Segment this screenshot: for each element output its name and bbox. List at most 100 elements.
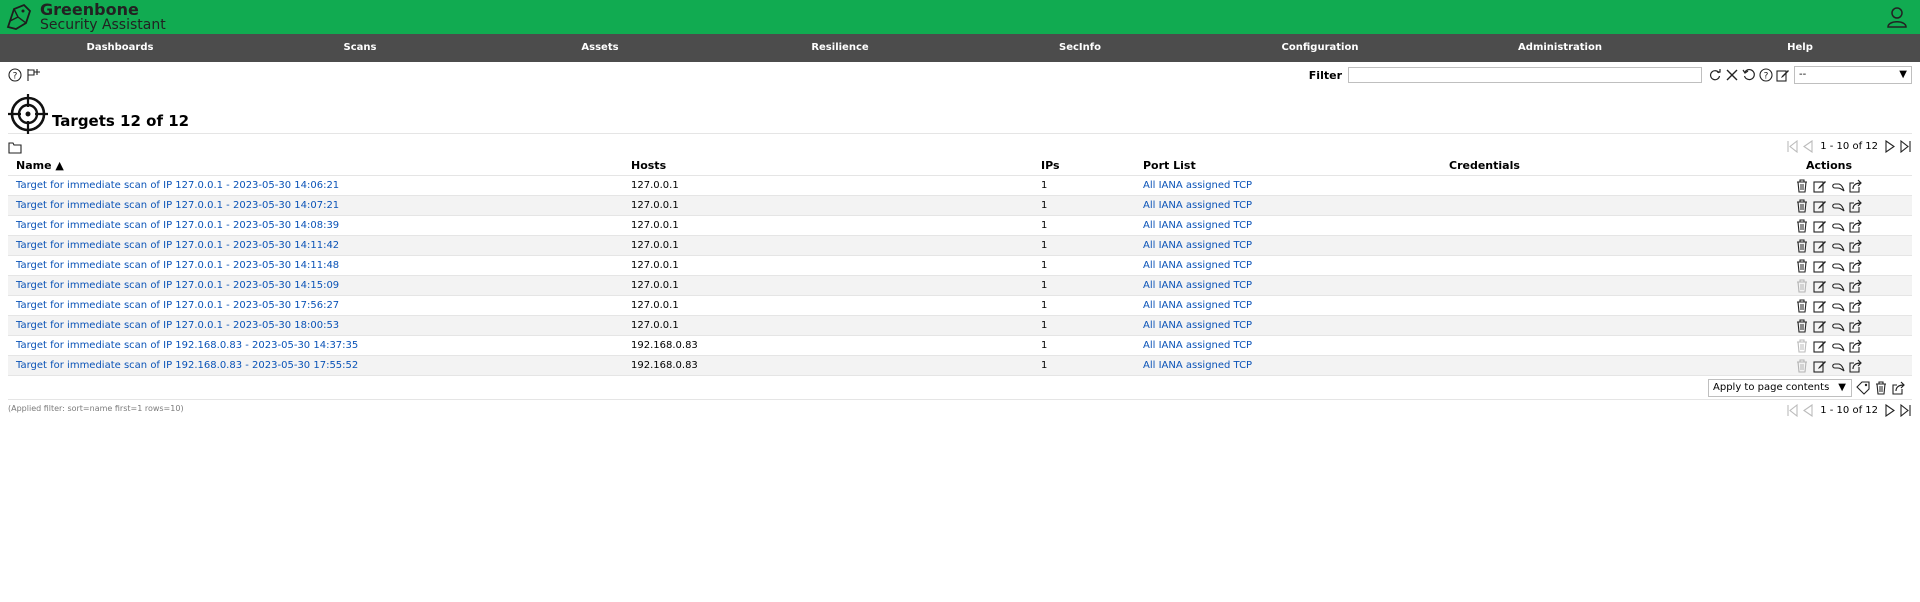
export-icon[interactable] <box>1849 299 1863 313</box>
nav-administration[interactable]: Administration <box>1440 34 1680 62</box>
target-name-link[interactable]: Target for immediate scan of IP 127.0.0.… <box>16 320 339 331</box>
user-icon[interactable] <box>1886 6 1908 28</box>
export-icon[interactable] <box>1849 179 1863 193</box>
delete-icon[interactable] <box>1795 358 1809 373</box>
greenbone-logo[interactable]: Greenbone Security Assistant <box>4 1 166 33</box>
edit-icon[interactable] <box>1813 319 1827 333</box>
edit-icon[interactable] <box>1813 239 1827 253</box>
clone-icon[interactable] <box>1831 219 1845 233</box>
port-list-link[interactable]: All IANA assigned TCP <box>1143 260 1252 271</box>
export-icon[interactable] <box>1849 199 1863 213</box>
port-list-link[interactable]: All IANA assigned TCP <box>1143 320 1252 331</box>
port-list-link[interactable]: All IANA assigned TCP <box>1143 200 1252 211</box>
target-name-link[interactable]: Target for immediate scan of IP 127.0.0.… <box>16 180 339 191</box>
clone-icon[interactable] <box>1831 359 1845 373</box>
column-header-port-list[interactable]: Port List <box>1135 156 1441 176</box>
clone-icon[interactable] <box>1831 239 1845 253</box>
port-list-link[interactable]: All IANA assigned TCP <box>1143 360 1252 371</box>
edit-icon[interactable] <box>1813 179 1827 193</box>
edit-filter-icon[interactable] <box>1776 68 1790 82</box>
column-header-hosts[interactable]: Hosts <box>623 156 1033 176</box>
port-list-link[interactable]: All IANA assigned TCP <box>1143 180 1252 191</box>
delete-icon[interactable] <box>1795 178 1809 193</box>
filter-help-icon[interactable]: ? <box>1759 68 1773 82</box>
target-name-link[interactable]: Target for immediate scan of IP 127.0.0.… <box>16 200 339 211</box>
export-icon[interactable] <box>1849 339 1863 353</box>
last-page-icon[interactable] <box>1899 140 1912 153</box>
clone-icon[interactable] <box>1831 199 1845 213</box>
previous-page-icon[interactable] <box>1801 140 1814 153</box>
filter-preset-select[interactable]: -- ▼ <box>1794 66 1912 84</box>
new-target-icon[interactable] <box>26 68 40 82</box>
folder-icon[interactable] <box>8 142 22 154</box>
port-list-link[interactable]: All IANA assigned TCP <box>1143 220 1252 231</box>
delete-icon[interactable] <box>1795 238 1809 253</box>
target-name-link[interactable]: Target for immediate scan of IP 192.168.… <box>16 340 358 351</box>
previous-page-icon[interactable] <box>1801 404 1814 417</box>
clone-icon[interactable] <box>1831 259 1845 273</box>
bulk-delete-icon[interactable] <box>1874 381 1888 395</box>
nav-configuration[interactable]: Configuration <box>1200 34 1440 62</box>
nav-secinfo[interactable]: SecInfo <box>960 34 1200 62</box>
port-list-link[interactable]: All IANA assigned TCP <box>1143 300 1252 311</box>
nav-dashboards[interactable]: Dashboards <box>0 34 240 62</box>
export-icon[interactable] <box>1849 259 1863 273</box>
help-icon[interactable]: ? <box>8 68 22 82</box>
cell-port-list: All IANA assigned TCP <box>1135 195 1441 216</box>
clone-icon[interactable] <box>1831 319 1845 333</box>
target-name-link[interactable]: Target for immediate scan of IP 127.0.0.… <box>16 260 339 271</box>
first-page-icon[interactable] <box>1786 404 1799 417</box>
delete-icon[interactable] <box>1795 298 1809 313</box>
reset-filter-icon[interactable] <box>1742 68 1756 82</box>
delete-icon[interactable] <box>1795 258 1809 273</box>
bulk-export-icon[interactable] <box>1892 381 1906 395</box>
edit-icon[interactable] <box>1813 299 1827 313</box>
target-name-link[interactable]: Target for immediate scan of IP 127.0.0.… <box>16 220 339 231</box>
edit-icon[interactable] <box>1813 199 1827 213</box>
column-header-ips[interactable]: IPs <box>1033 156 1135 176</box>
nav-resilience[interactable]: Resilience <box>720 34 960 62</box>
bulk-scope-select[interactable]: Apply to page contents ▼ <box>1708 379 1852 397</box>
cell-port-list: All IANA assigned TCP <box>1135 355 1441 376</box>
export-icon[interactable] <box>1849 279 1863 293</box>
export-icon[interactable] <box>1849 359 1863 373</box>
delete-icon[interactable] <box>1795 218 1809 233</box>
clone-icon[interactable] <box>1831 279 1845 293</box>
export-icon[interactable] <box>1849 239 1863 253</box>
delete-icon[interactable] <box>1795 198 1809 213</box>
column-header-name[interactable]: Name ▲ <box>8 156 623 176</box>
tag-icon[interactable] <box>1856 381 1870 395</box>
last-page-icon[interactable] <box>1899 404 1912 417</box>
port-list-link[interactable]: All IANA assigned TCP <box>1143 240 1252 251</box>
edit-icon[interactable] <box>1813 339 1827 353</box>
nav-assets[interactable]: Assets <box>480 34 720 62</box>
export-icon[interactable] <box>1849 219 1863 233</box>
edit-icon[interactable] <box>1813 259 1827 273</box>
target-name-link[interactable]: Target for immediate scan of IP 127.0.0.… <box>16 300 339 311</box>
delete-icon[interactable] <box>1795 278 1809 293</box>
next-page-icon[interactable] <box>1884 404 1897 417</box>
cell-hosts: 127.0.0.1 <box>623 235 1033 256</box>
target-name-link[interactable]: Target for immediate scan of IP 192.168.… <box>16 360 358 371</box>
clone-icon[interactable] <box>1831 179 1845 193</box>
first-page-icon[interactable] <box>1786 140 1799 153</box>
nav-scans[interactable]: Scans <box>240 34 480 62</box>
clone-icon[interactable] <box>1831 339 1845 353</box>
edit-icon[interactable] <box>1813 279 1827 293</box>
nav-help[interactable]: Help <box>1680 34 1920 62</box>
export-icon[interactable] <box>1849 319 1863 333</box>
delete-icon[interactable] <box>1795 318 1809 333</box>
target-name-link[interactable]: Target for immediate scan of IP 127.0.0.… <box>16 280 339 291</box>
target-name-link[interactable]: Target for immediate scan of IP 127.0.0.… <box>16 240 339 251</box>
filter-input[interactable] <box>1348 67 1702 83</box>
port-list-link[interactable]: All IANA assigned TCP <box>1143 340 1252 351</box>
next-page-icon[interactable] <box>1884 140 1897 153</box>
refresh-filter-icon[interactable] <box>1708 68 1722 82</box>
clone-icon[interactable] <box>1831 299 1845 313</box>
port-list-link[interactable]: All IANA assigned TCP <box>1143 280 1252 291</box>
edit-icon[interactable] <box>1813 359 1827 373</box>
delete-icon[interactable] <box>1795 338 1809 353</box>
table-row: Target for immediate scan of IP 192.168.… <box>8 355 1912 376</box>
remove-filter-icon[interactable] <box>1725 68 1739 82</box>
edit-icon[interactable] <box>1813 219 1827 233</box>
